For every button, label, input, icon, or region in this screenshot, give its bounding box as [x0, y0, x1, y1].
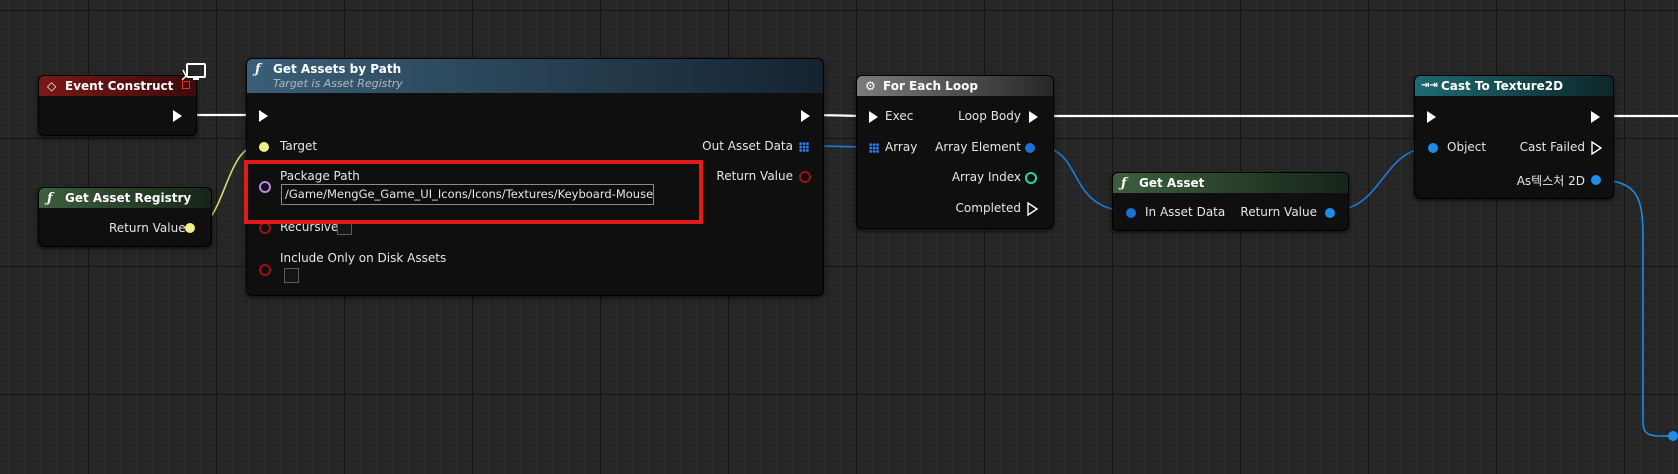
- node-header: ◇ Event Construct: [39, 76, 196, 96]
- object-pin[interactable]: [1428, 143, 1438, 153]
- exec-out-pin[interactable]: [173, 110, 182, 122]
- return-value-pin[interactable]: [799, 171, 811, 183]
- node-get-asset[interactable]: ƒ Get Asset In Asset Data Return Value: [1112, 172, 1349, 231]
- exec-in-pin[interactable]: [259, 110, 268, 122]
- node-title: Cast To Texture2D: [1441, 79, 1564, 93]
- pin-label-loop-body: Loop Body: [958, 109, 1021, 123]
- node-title: For Each Loop: [883, 79, 978, 93]
- include-only-on-disk-checkbox[interactable]: [284, 268, 299, 283]
- node-header: ƒ Get Asset: [1113, 173, 1348, 193]
- exec-in-pin[interactable]: [869, 111, 878, 123]
- pin-label-return-value: Return Value: [1240, 205, 1317, 219]
- pin-label-as-texture2d: As텍스처 2D: [1516, 174, 1585, 188]
- exec-out-pin[interactable]: [801, 110, 810, 122]
- array-pin-icon[interactable]: [869, 143, 879, 153]
- node-subtitle: Target is Asset Registry: [273, 77, 403, 90]
- return-value-pin[interactable]: [185, 223, 195, 233]
- node-header: ⇥⇥ Cast To Texture2D: [1415, 76, 1613, 96]
- texture-wire: [1596, 179, 1678, 437]
- as-texture2d-pin[interactable]: [1591, 175, 1601, 185]
- node-title: Get Asset: [1139, 176, 1205, 190]
- node-header: ƒ Get Asset Registry: [39, 188, 211, 208]
- node-get-asset-registry[interactable]: ƒ Get Asset Registry Return Value: [38, 187, 212, 247]
- node-title: Get Asset Registry: [65, 191, 192, 205]
- target-pin[interactable]: [259, 142, 269, 152]
- exec-out-pin[interactable]: [1591, 111, 1600, 123]
- pin-label-out-asset-data: Out Asset Data: [702, 139, 793, 153]
- pin-label-completed: Completed: [955, 201, 1021, 215]
- function-icon: ƒ: [255, 62, 261, 77]
- pin-label-array-element: Array Element: [935, 140, 1021, 154]
- return-value-pin[interactable]: [1325, 208, 1335, 218]
- reroute-knot[interactable]: [1668, 431, 1678, 441]
- pin-label-include-only-on-disk: Include Only on Disk Assets: [280, 251, 447, 265]
- array-pin-icon[interactable]: [799, 142, 809, 152]
- function-icon: ƒ: [47, 191, 53, 206]
- exec-in-pin[interactable]: [1427, 111, 1436, 123]
- loop-body-pin[interactable]: [1029, 111, 1038, 123]
- macro-icon: ⚙: [865, 79, 876, 93]
- include-only-on-disk-pin[interactable]: [259, 264, 271, 276]
- node-header: ƒ Get Assets by Path Target is Asset Reg…: [247, 59, 823, 93]
- highlight-box: [244, 160, 703, 224]
- node-event-construct[interactable]: ◇ Event Construct: [38, 75, 197, 136]
- completed-exec-pin[interactable]: [1027, 202, 1039, 216]
- pin-label-return-value: Return Value: [109, 221, 186, 235]
- node-cast-to-texture2d[interactable]: ⇥⇥ Cast To Texture2D Object Cast Failed …: [1414, 75, 1614, 199]
- node-header: ⚙ For Each Loop: [857, 76, 1053, 96]
- array-index-pin[interactable]: [1025, 172, 1037, 184]
- pin-label-cast-failed: Cast Failed: [1519, 140, 1585, 154]
- cast-failed-exec-pin[interactable]: [1591, 141, 1603, 155]
- array-element-pin[interactable]: [1025, 143, 1035, 153]
- event-diamond-icon: ◇: [47, 79, 57, 93]
- function-icon: ƒ: [1121, 176, 1127, 191]
- cast-arrows-icon: ⇥⇥: [1421, 80, 1438, 91]
- in-asset-data-pin[interactable]: [1126, 208, 1136, 218]
- widget-monitor-icon: [181, 63, 206, 81]
- pin-label-target: Target: [280, 139, 318, 153]
- node-title: Get Assets by Path: [273, 62, 402, 76]
- node-title: Event Construct: [65, 79, 174, 93]
- pin-label-array-index: Array Index: [951, 170, 1021, 184]
- node-for-each-loop[interactable]: ⚙ For Each Loop Exec Loop Body Array Arr…: [856, 75, 1054, 229]
